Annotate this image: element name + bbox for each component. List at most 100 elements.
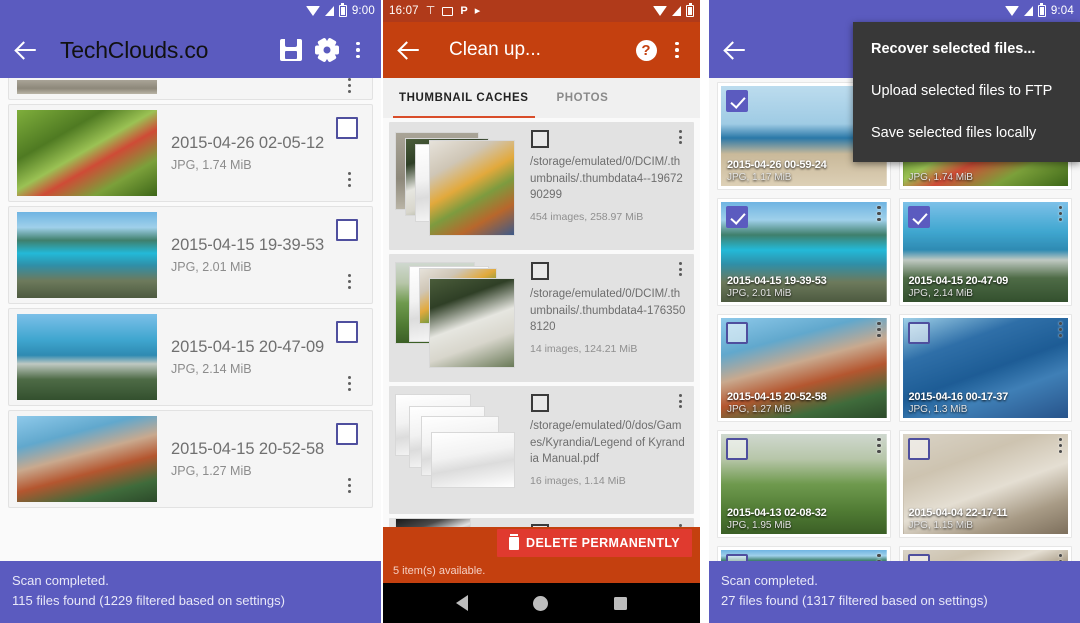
status-bar-2: 16:07 ⊤ P ▸ xyxy=(383,0,700,22)
list-item[interactable]: 2015-04-15 20-52-58 JPG, 1.27 MiB xyxy=(8,410,373,508)
item-checkbox[interactable] xyxy=(531,130,549,148)
item-path: /storage/emulated/0/DCIM/.thumbnails/.th… xyxy=(530,288,686,334)
item-overflow-icon[interactable] xyxy=(347,477,351,493)
signal-icon xyxy=(672,6,681,16)
cache-list: /storage/emulated/0/DCIM/.thumbnails/.th… xyxy=(383,118,700,563)
play-icon: ▸ xyxy=(474,4,481,17)
status-bar-3: 9:04 xyxy=(709,0,1080,22)
overflow-menu-icon[interactable] xyxy=(666,41,688,59)
list-item[interactable]: /storage/emulated/0/DCIM/.thumbnails/.th… xyxy=(389,122,694,250)
list-item[interactable]: 2015-04-26 02-05-12 JPG, 1.74 MiB xyxy=(8,104,373,202)
item-overflow-icon[interactable] xyxy=(678,394,682,409)
item-overflow-icon[interactable] xyxy=(347,171,351,187)
item-subtitle: 454 images, 258.97 MiB xyxy=(530,211,644,224)
item-overflow-icon[interactable] xyxy=(1058,438,1062,454)
grid-item[interactable]: 2015-04-15 20-52-58 JPG, 1.27 MiB xyxy=(717,314,891,422)
phone-screen-file-list: 9:00 TechClouds.co 2015-04-26 02-05-12 J… xyxy=(0,0,381,623)
item-overflow-icon[interactable] xyxy=(678,262,682,277)
item-checkbox[interactable] xyxy=(907,206,930,228)
page-title: Clean up... xyxy=(449,39,541,60)
item-subtitle: JPG, 1.95 MiB xyxy=(727,520,792,531)
back-arrow-icon[interactable] xyxy=(395,35,425,65)
item-checkbox[interactable] xyxy=(726,90,748,112)
item-overflow-icon[interactable] xyxy=(877,438,881,454)
snackbar-line-2: 27 files found (1317 filtered based on s… xyxy=(721,592,988,608)
item-overflow-icon[interactable] xyxy=(1058,206,1062,222)
item-checkbox[interactable] xyxy=(907,322,930,344)
status-bar-clock: 9:04 xyxy=(1050,5,1074,17)
item-checkbox[interactable] xyxy=(726,206,748,228)
wifi-icon xyxy=(1004,6,1019,16)
item-overflow-icon[interactable] xyxy=(1058,322,1062,338)
item-checkbox[interactable] xyxy=(726,438,748,460)
tab-photos[interactable]: PHOTOS xyxy=(557,78,609,118)
list-item[interactable]: /storage/emulated/0/DCIM/.thumbnails/.th… xyxy=(389,254,694,382)
item-path: /storage/emulated/0/dos/Games/Kyrandia/L… xyxy=(530,420,685,466)
back-arrow-icon[interactable] xyxy=(12,35,42,65)
item-subtitle: JPG, 1.17 MiB xyxy=(727,172,792,183)
item-overflow-icon[interactable] xyxy=(877,206,881,222)
overflow-menu-icon[interactable] xyxy=(347,41,369,59)
item-path: /storage/emulated/0/DCIM/.thumbnails/.th… xyxy=(530,156,683,202)
item-checkbox[interactable] xyxy=(907,438,930,460)
item-checkbox[interactable] xyxy=(531,394,549,412)
back-arrow-icon[interactable] xyxy=(721,35,751,65)
thumbnail xyxy=(17,314,157,400)
grid-item[interactable]: 2015-04-15 19-39-53 JPG, 2.01 MiB xyxy=(717,198,891,306)
item-subtitle: JPG, 1.74 MiB xyxy=(171,158,252,172)
camera-icon xyxy=(442,6,454,16)
app-bar-1: TechClouds.co xyxy=(0,22,381,78)
delete-permanently-button[interactable]: DELETE PERMANENTLY xyxy=(497,529,692,557)
save-icon[interactable] xyxy=(275,34,307,66)
item-checkbox[interactable] xyxy=(531,262,549,280)
status-snackbar: Scan completed. 27 files found (1317 fil… xyxy=(709,560,1080,623)
item-title: 2015-04-15 20-52-58 xyxy=(727,391,827,403)
thumbnail xyxy=(17,80,157,94)
grid-item[interactable]: 2015-04-13 02-08-32 JPG, 1.95 MiB xyxy=(717,430,891,538)
item-overflow-icon[interactable] xyxy=(347,375,351,391)
wifi-icon xyxy=(653,6,667,16)
grid-item[interactable]: 2015-04-16 00-17-37 JPG, 1.3 MiB xyxy=(898,314,1072,422)
help-icon[interactable]: ? xyxy=(630,34,662,66)
nav-home-icon[interactable] xyxy=(533,595,549,611)
item-overflow-icon[interactable] xyxy=(678,130,682,145)
list-item[interactable]: 2015-04-15 20-47-09 JPG, 2.14 MiB xyxy=(8,308,373,406)
grid-item[interactable]: 2015-04-04 22-17-11 JPG, 1.15 MiB xyxy=(898,430,1072,538)
phone-screen-clean-up: 16:07 ⊤ P ▸ Clean up... ? THUMBNAIL CACH… xyxy=(383,0,700,623)
android-nav-bar xyxy=(383,583,700,623)
antenna-icon: ⊤ xyxy=(425,4,436,17)
list-item[interactable] xyxy=(8,78,373,100)
nav-back-icon[interactable] xyxy=(455,595,468,611)
item-checkbox[interactable] xyxy=(336,423,358,445)
list-item[interactable]: 2015-04-15 19-39-53 JPG, 2.01 MiB xyxy=(8,206,373,304)
item-checkbox[interactable] xyxy=(336,321,358,343)
screenshot-stage: 9:00 TechClouds.co 2015-04-26 02-05-12 J… xyxy=(0,0,1080,623)
menu-item-save-locally[interactable]: Save selected files locally xyxy=(853,112,1080,154)
app-bar-2: Clean up... ? xyxy=(383,22,700,78)
item-overflow-icon[interactable] xyxy=(347,78,351,93)
list-item[interactable]: /storage/emulated/0/dos/Games/Kyrandia/L… xyxy=(389,386,694,514)
item-checkbox[interactable] xyxy=(336,117,358,139)
item-subtitle: JPG, 1.27 MiB xyxy=(727,404,792,415)
status-bar-clock: 9:00 xyxy=(351,5,375,17)
thumbnail-stack xyxy=(395,260,530,372)
item-checkbox[interactable] xyxy=(336,219,358,241)
item-checkbox[interactable] xyxy=(726,322,748,344)
p-icon: P xyxy=(460,4,468,17)
menu-item-upload-ftp[interactable]: Upload selected files to FTP xyxy=(853,70,1080,112)
grid-item[interactable]: 2015-04-15 20-47-09 JPG, 2.14 MiB xyxy=(898,198,1072,306)
gear-icon[interactable] xyxy=(311,34,343,66)
snackbar-line-1: Scan completed. xyxy=(721,572,818,588)
item-subtitle: 16 images, 1.14 MiB xyxy=(530,475,626,488)
thumbnail-stack xyxy=(395,392,530,504)
item-subtitle: JPG, 2.14 MiB xyxy=(908,288,973,299)
tab-thumbnail-caches[interactable]: THUMBNAIL CACHES xyxy=(393,78,534,118)
nav-recents-icon[interactable] xyxy=(614,596,628,610)
item-overflow-icon[interactable] xyxy=(877,322,881,338)
item-subtitle: JPG, 1.3 MiB xyxy=(908,404,968,415)
menu-item-recover[interactable]: Recover selected files... xyxy=(853,28,1080,70)
wifi-icon xyxy=(305,6,320,16)
item-title: 2015-04-16 00-17-37 xyxy=(908,391,1009,403)
item-overflow-icon[interactable] xyxy=(347,273,351,289)
item-title: 2015-04-04 22-17-11 xyxy=(908,507,1008,519)
